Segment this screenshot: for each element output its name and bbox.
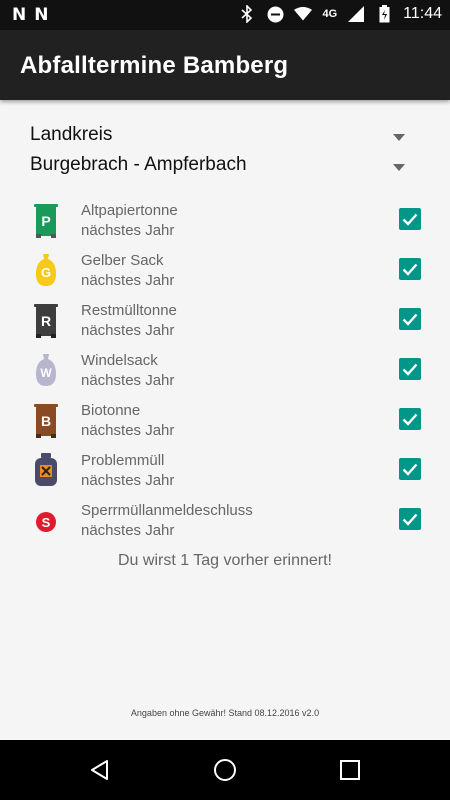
bluetooth-icon bbox=[238, 5, 256, 23]
do-not-disturb-icon bbox=[266, 5, 284, 23]
dropdown-arrow-icon bbox=[393, 164, 405, 171]
svg-text:G: G bbox=[41, 265, 51, 280]
region-dropdown[interactable]: Landkreis bbox=[30, 124, 425, 152]
list-item[interactable]: Problemmüll nächstes Jahr bbox=[34, 450, 424, 490]
item-date: nächstes Jahr bbox=[81, 522, 175, 539]
reminder-text: Du wirst 1 Tag vorher erinnert! bbox=[117, 552, 332, 569]
item-date: nächstes Jahr bbox=[81, 472, 175, 489]
paper-bin-icon: P bbox=[34, 202, 58, 238]
item-date: nächstes Jahr bbox=[81, 222, 175, 239]
notification-n-icon: N bbox=[12, 5, 27, 25]
network-type: 4G bbox=[322, 8, 338, 20]
bulky-waste-icon: S bbox=[34, 502, 58, 538]
item-checkbox[interactable] bbox=[399, 208, 421, 230]
svg-text:S: S bbox=[42, 515, 51, 530]
residual-bin-icon: R bbox=[34, 302, 58, 338]
diaper-sack-icon: W bbox=[34, 352, 58, 388]
item-checkbox[interactable] bbox=[399, 358, 421, 380]
item-checkbox[interactable] bbox=[399, 258, 421, 280]
status-bar: N N 4G 11:44 bbox=[0, 0, 450, 30]
item-name: Windelsack bbox=[81, 352, 158, 369]
item-checkbox[interactable] bbox=[399, 408, 421, 430]
battery-icon bbox=[375, 5, 393, 23]
list-item[interactable]: W Windelsack nächstes Jahr bbox=[34, 350, 424, 390]
item-checkbox[interactable] bbox=[399, 308, 421, 330]
navigation-bar bbox=[0, 740, 450, 800]
app-bar: Abfalltermine Bamberg bbox=[0, 30, 450, 100]
location-dropdown[interactable]: Burgebrach - Ampferbach bbox=[30, 154, 425, 182]
dropdown-arrow-icon bbox=[393, 134, 405, 141]
item-date: nächstes Jahr bbox=[81, 322, 175, 339]
list-item[interactable]: B Biotonne nächstes Jahr bbox=[34, 400, 424, 440]
svg-text:B: B bbox=[41, 413, 51, 429]
item-checkbox[interactable] bbox=[399, 458, 421, 480]
home-icon[interactable] bbox=[213, 758, 237, 782]
location-dropdown-value: Burgebrach - Ampferbach bbox=[30, 154, 247, 175]
organic-bin-icon: B bbox=[34, 402, 58, 438]
status-notifications: N N bbox=[12, 6, 48, 24]
item-date: nächstes Jahr bbox=[81, 422, 175, 439]
yellow-sack-icon: G bbox=[34, 252, 58, 288]
wifi-icon bbox=[294, 5, 313, 23]
svg-text:R: R bbox=[41, 313, 51, 329]
svg-text:P: P bbox=[41, 213, 50, 229]
item-name: Restmülltonne bbox=[81, 302, 177, 319]
cell-signal-icon bbox=[347, 5, 365, 23]
list-item[interactable]: P Altpapiertonne nächstes Jahr bbox=[34, 200, 424, 240]
item-date: nächstes Jahr bbox=[81, 272, 175, 289]
item-name: Altpapiertonne bbox=[81, 202, 178, 219]
item-date: nächstes Jahr bbox=[81, 372, 175, 389]
clock: 11:44 bbox=[403, 5, 442, 22]
recents-icon[interactable] bbox=[338, 758, 362, 782]
footer-disclaimer: Angaben ohne Gewähr! Stand 08.12.2016 v2… bbox=[130, 708, 320, 718]
list-item[interactable]: G Gelber Sack nächstes Jahr bbox=[34, 250, 424, 290]
status-system-icons: 4G 11:44 bbox=[238, 5, 442, 23]
notification-n-icon: N bbox=[34, 5, 49, 25]
app-title: Abfalltermine Bamberg bbox=[20, 52, 289, 79]
item-name: Problemmüll bbox=[81, 452, 165, 469]
region-dropdown-value: Landkreis bbox=[30, 124, 113, 145]
hazardous-waste-icon bbox=[34, 452, 58, 488]
item-name: Biotonne bbox=[81, 402, 141, 419]
svg-text:W: W bbox=[40, 366, 52, 380]
list-item[interactable]: S Sperrmüllanmeldeschluss nächstes Jahr bbox=[34, 500, 424, 540]
item-checkbox[interactable] bbox=[399, 508, 421, 530]
back-icon[interactable] bbox=[88, 758, 112, 782]
item-name: Sperrmüllanmeldeschluss bbox=[81, 502, 253, 519]
item-name: Gelber Sack bbox=[81, 252, 164, 269]
list-item[interactable]: R Restmülltonne nächstes Jahr bbox=[34, 300, 424, 340]
